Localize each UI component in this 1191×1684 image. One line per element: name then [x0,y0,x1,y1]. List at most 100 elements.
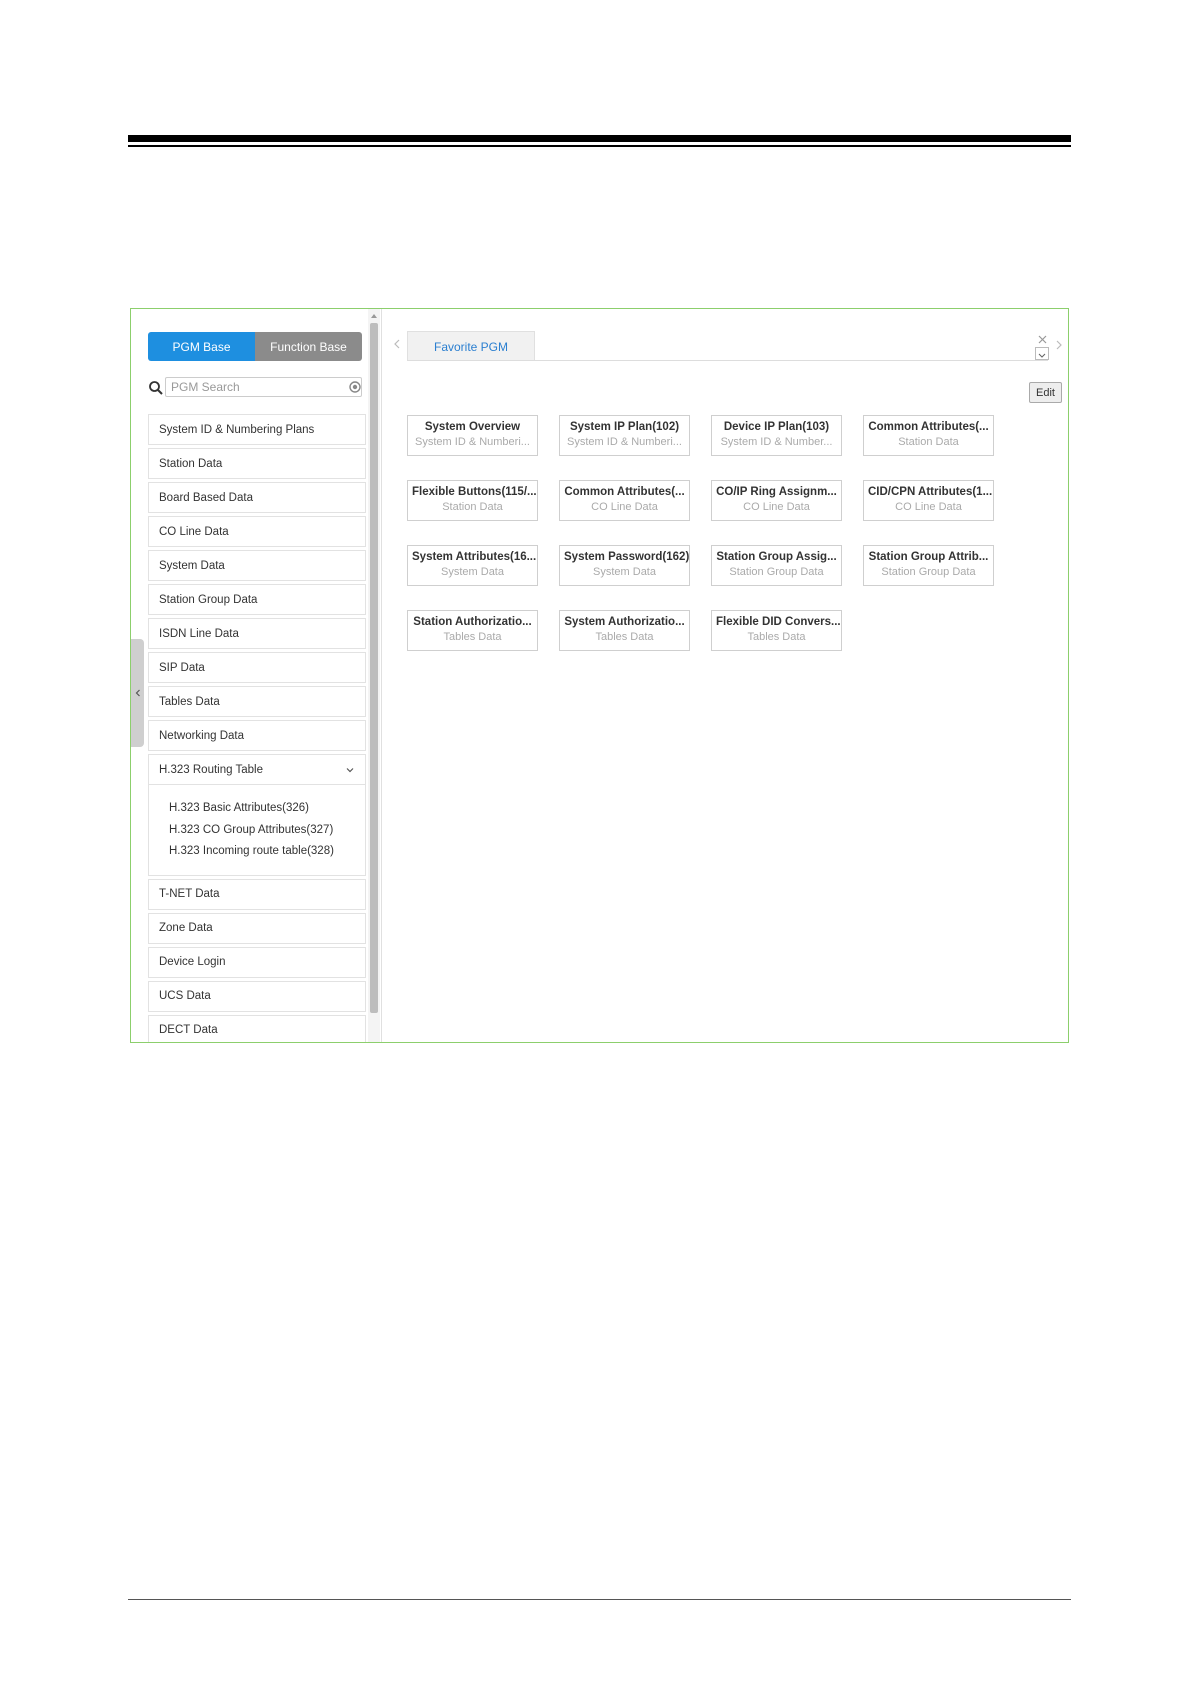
favorite-tile[interactable]: Common Attributes(... Station Data [863,415,994,456]
menu-item[interactable]: Tables Data [148,686,366,717]
tile-title: Station Group Attrib... [868,551,989,563]
menu-item-label: SIP Data [159,661,205,674]
tile-title: System Password(162) [564,551,689,563]
main-panel: Favorite PGM Edit System Overview System … [382,309,1068,1042]
tile-title: System Authorizatio... [564,616,685,628]
mode-toggle: PGM Base Function Base [148,332,362,361]
tile-category: Station Data [898,436,959,448]
tile-title: Station Authorizatio... [413,616,532,628]
menu-item-label: ISDN Line Data [159,627,239,640]
tile-category: System Data [441,566,504,578]
favorite-tile[interactable]: CID/CPN Attributes(1... CO Line Data [863,480,994,521]
menu-item-label: Station Data [159,457,223,470]
favorite-tile[interactable]: Common Attributes(... CO Line Data [559,480,690,521]
favorite-tile[interactable]: Flexible Buttons(115/... Station Data [407,480,538,521]
menu-item-label: UCS Data [159,990,211,1002]
tab-list-dropdown[interactable] [1035,347,1049,360]
tile-category: Tables Data [443,631,502,643]
menu-item-label: H.323 Routing Table [159,763,263,776]
submenu-item[interactable]: H.323 Basic Attributes(326) [169,798,365,820]
tab-favorite-pgm[interactable]: Favorite PGM [407,331,535,361]
menu-item[interactable]: Station Data [148,448,366,479]
header-rule-thick [128,135,1071,142]
tile-title: Common Attributes(... [868,421,989,433]
menu-item[interactable]: SIP Data [148,652,366,683]
menu-item-h323-routing-table[interactable]: H.323 Routing Table [148,754,366,785]
menu-item[interactable]: Networking Data [148,720,366,751]
tile-title: CO/IP Ring Assignm... [716,486,837,498]
pgm-base-button[interactable]: PGM Base [148,332,255,361]
favorite-tile[interactable]: System Authorizatio... Tables Data [559,610,690,651]
chevron-down-icon [1038,353,1046,358]
menu-item-label: System ID & Numbering Plans [159,423,315,436]
menu-item-label: Tables Data [159,695,220,708]
favorite-tile[interactable]: System Password(162) System Data [559,545,690,586]
tile-category: System Data [593,566,656,578]
menu-item-label: T-NET Data [159,888,220,900]
favorite-tile[interactable]: Station Group Assig... Station Group Data [711,545,842,586]
tile-title: System Overview [424,421,521,433]
sidebar-collapse-handle[interactable] [131,639,144,747]
search-row [148,377,366,399]
favorite-tile[interactable]: System Overview System ID & Numberi... [407,415,538,456]
tile-title: Device IP Plan(103) [723,421,830,433]
favorite-tile[interactable]: Flexible DID Convers... Tables Data [711,610,842,651]
menu-item-label: System Data [159,559,225,572]
search-icon[interactable] [148,380,164,396]
sidebar-scrollbar-thumb[interactable] [370,323,378,1013]
menu-item-label: DECT Data [159,1024,218,1036]
menu-item-label: CO Line Data [159,525,229,538]
menu-item[interactable]: Station Group Data [148,584,366,615]
menu-item[interactable]: System ID & Numbering Plans [148,414,366,445]
favorite-tile[interactable]: Station Group Attrib... Station Group Dat… [863,545,994,586]
menu-item-label: Board Based Data [159,491,253,504]
favorite-tile[interactable]: Station Authorizatio... Tables Data [407,610,538,651]
tile-title: System Attributes(16... [412,551,537,563]
tile-category: CO Line Data [895,501,962,513]
menu-item[interactable]: DECT Data [148,1014,366,1042]
favorite-tile[interactable]: System Attributes(16... System Data [407,545,538,586]
menu-item[interactable]: UCS Data [148,980,366,1012]
tile-category: CO Line Data [743,501,810,513]
menu-item[interactable]: T-NET Data [148,878,366,910]
menu-item[interactable]: ISDN Line Data [148,618,366,649]
menu-item[interactable]: CO Line Data [148,516,366,547]
tile-title: Flexible Buttons(115/... [412,486,537,498]
chevron-down-icon[interactable] [345,765,355,775]
submenu-h323: H.323 Basic Attributes(326) H.323 CO Gro… [148,785,366,876]
menu-item[interactable]: Zone Data [148,912,366,944]
app-window: PGM Base Function Base System ID & Numbe… [130,308,1069,1043]
tile-title: CID/CPN Attributes(1... [868,486,993,498]
tile-category: Station Group Data [881,566,976,578]
sidebar: PGM Base Function Base System ID & Numbe… [131,309,381,1042]
tile-title: Common Attributes(... [564,486,685,498]
favorite-tile[interactable]: Device IP Plan(103) System ID & Number... [711,415,842,456]
menu-item[interactable]: Device Login [148,946,366,978]
pgm-menu: System ID & Numbering Plans Station Data… [148,414,366,1042]
pgm-search-input[interactable] [165,377,362,397]
tile-category: Station Data [442,501,503,513]
menu-item[interactable]: System Data [148,550,366,581]
menu-item-label: Device Login [159,956,226,968]
tile-category: Tables Data [595,631,654,643]
clear-search-icon[interactable] [349,381,361,393]
tile-category: System ID & Number... [720,436,833,448]
tile-category: CO Line Data [591,501,658,513]
edit-button[interactable]: Edit [1029,382,1062,403]
tab-underline [407,360,1048,361]
favorite-tile[interactable]: CO/IP Ring Assignm... CO Line Data [711,480,842,521]
chevron-left-icon [135,689,140,697]
tile-title: Flexible DID Convers... [716,616,841,628]
tab-scroll-right-icon[interactable] [1055,339,1063,351]
submenu-item[interactable]: H.323 CO Group Attributes(327) [169,820,365,842]
close-icon[interactable] [1038,335,1047,344]
footer-rule [128,1599,1071,1600]
favorite-tile[interactable]: System IP Plan(102) System ID & Numberi..… [559,415,690,456]
submenu-item[interactable]: H.323 Incoming route table(328) [169,841,365,863]
menu-item[interactable]: Board Based Data [148,482,366,513]
function-base-button[interactable]: Function Base [255,332,362,361]
menu-item-label: Station Group Data [159,593,258,606]
scroll-up-icon[interactable] [370,312,378,320]
tile-category: Station Group Data [729,566,824,578]
tab-scroll-left-icon[interactable] [393,338,401,350]
